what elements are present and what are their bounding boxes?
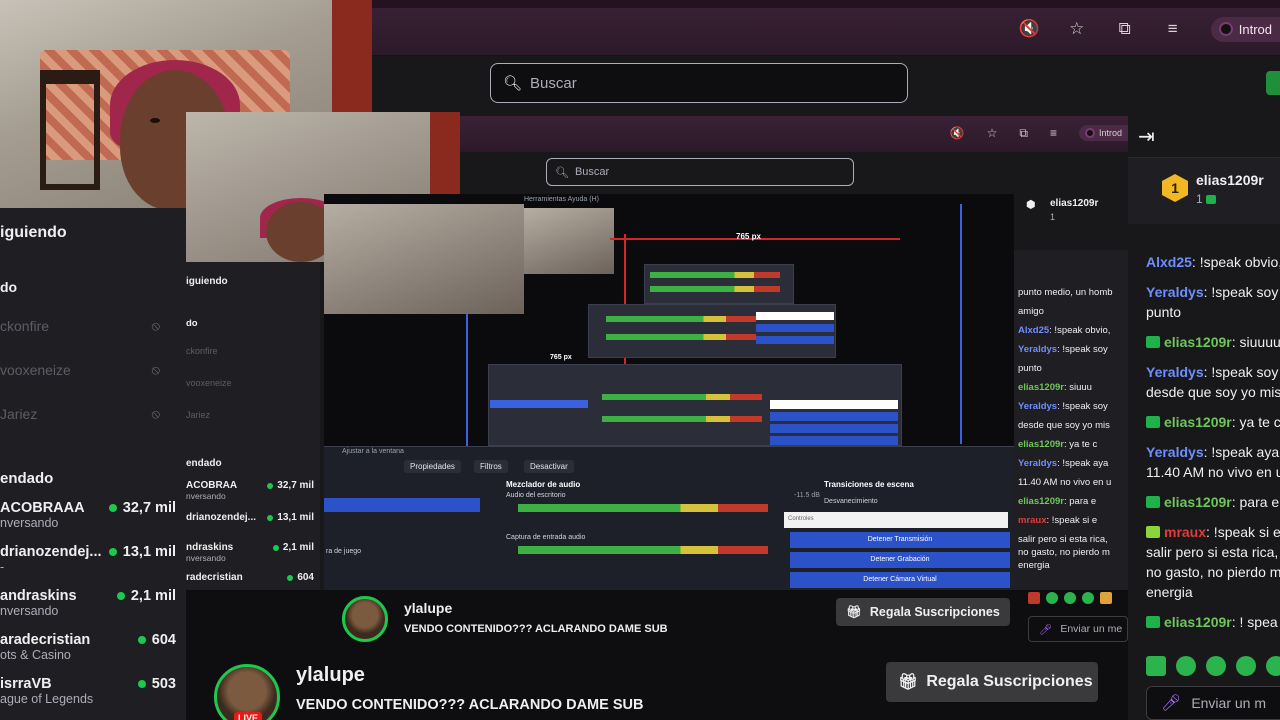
live-indicator <box>108 548 117 556</box>
emote-icon <box>1146 616 1160 628</box>
emote-icon[interactable] <box>1266 656 1280 676</box>
rank-badge-icon: 1 <box>1162 174 1188 202</box>
offline-icon: ⦸ <box>151 318 160 333</box>
media-icon: ≡ <box>1049 126 1057 140</box>
search-icon: 🔍︎ <box>503 75 523 92</box>
pinned-count: 1 <box>1196 192 1220 206</box>
chat-input[interactable]: 🎤︎ Enviar un m <box>1146 686 1280 720</box>
muted-tab-icon[interactable]: 🔇 <box>1019 19 1040 39</box>
profile-avatar-icon <box>1218 22 1233 36</box>
search-placeholder: Buscar <box>530 74 577 92</box>
sparkle-badge-icon <box>1146 526 1160 538</box>
nested-sidebar: iguiendo do ckonfire vooxeneize Jariez e… <box>186 262 320 590</box>
emote-icon[interactable] <box>1236 656 1256 676</box>
chat-message: elias1209r: siuuuu <box>1146 332 1280 352</box>
emote-icon <box>1146 416 1160 428</box>
pinned-user[interactable]: elias1209r <box>1196 172 1264 188</box>
offline-icon: ⦸ <box>151 362 160 377</box>
offline-channel[interactable]: vooxeneize ⦸ <box>0 362 176 382</box>
following-title: iguiendo <box>0 224 67 241</box>
stream-video-player[interactable]: 🔇 ☆ ⧉ ≡ Introd 🔍︎ Buscar iguiendo do cko… <box>186 112 1128 590</box>
offline-icon: ⦸ <box>151 406 160 421</box>
properties-button: Propiedades <box>404 460 461 473</box>
recommended-channel[interactable]: ACOBRAAA nversando 32,7 mil <box>0 500 176 536</box>
nested-gift-button: 🎁︎ Regala Suscripciones <box>836 598 1010 626</box>
chat-message: Yeraldys: !speak soy desde que soy yo mis <box>1146 364 1280 400</box>
profile-label: Introd <box>1238 21 1272 37</box>
nested-channel: ACOBRAA nversando 32,7 mil <box>186 480 314 501</box>
recommended-channel[interactable]: andraskins nversando 2,1 mil <box>0 588 176 624</box>
live-badge: LIVE <box>234 712 263 720</box>
chat-message: Alxd25: !speak obvio, <box>1146 254 1280 270</box>
gift-subscriptions-button[interactable]: 🎁︎ Regala Suscripciones <box>886 662 1098 702</box>
nested-streamer-name: ylalupe <box>404 600 453 616</box>
star-icon: ☆ <box>986 126 998 140</box>
nested-browser-toolbar: 🔇 ☆ ⧉ ≡ Introd <box>460 116 1128 152</box>
chat-message: elias1209r: ya te c <box>1146 412 1280 432</box>
stream-title: VENDO CONTENIDO??? ACLARANDO DAME SUB <box>296 697 644 713</box>
recommended-channel[interactable]: drianozendej... - 13,1 mil <box>0 544 176 580</box>
recommended-channel[interactable]: isrraVB ague of Legends 503 <box>0 676 176 712</box>
streamer-name[interactable]: ylalupe <box>296 664 365 687</box>
microphone-icon[interactable]: 🎤︎ <box>1161 693 1181 713</box>
recommended-channel[interactable]: aradecristian ots & Casino 604 <box>0 632 176 668</box>
nested-header: 🔍︎ Buscar <box>460 152 1128 194</box>
filters-button: Filtros <box>474 460 508 473</box>
gift-icon: 🎁︎ <box>898 674 919 691</box>
nested-search: 🔍︎ Buscar <box>546 158 854 186</box>
live-indicator <box>116 592 125 600</box>
emote-icon <box>1146 496 1160 508</box>
nested-streamer-avatar <box>342 596 388 642</box>
emote-icon[interactable] <box>1176 656 1196 676</box>
extensions-icon: ⧉ <box>1019 125 1028 140</box>
emote-icon <box>1146 336 1160 348</box>
profile-button[interactable]: Introd <box>1210 16 1280 42</box>
chat-messages: Alxd25: !speak obvio, Yeraldys: !speak s… <box>1146 252 1280 642</box>
chat-message: mraux: !speak si e salir pero si esta ric… <box>1146 524 1280 600</box>
media-icon[interactable]: ≡ <box>1163 19 1183 39</box>
pinned-leaderboard: 1 elias1209r 1 <box>1128 158 1280 224</box>
offline-channel[interactable]: Jariez ⦸ <box>0 406 176 426</box>
chat-message: Yeraldys: !speak aya 11.40 AM no vivo en … <box>1146 444 1280 480</box>
chat-header: ⇥ <box>1128 112 1280 158</box>
left-sidebar: iguiendo do ckonfire ⦸ vooxeneize ⦸ Jari… <box>0 208 186 720</box>
nested-profile: Introd <box>1078 125 1128 141</box>
sub-badge-icon <box>1206 195 1217 204</box>
offline-channel[interactable]: ckonfire ⦸ <box>0 318 176 338</box>
header-green-button[interactable] <box>1266 71 1280 95</box>
emote-icon[interactable] <box>1206 656 1226 676</box>
collapse-chat-icon[interactable]: ⇥ <box>1138 124 1155 149</box>
nested-obs-window: Herramientas Ayuda (H) 765 px 765 px Aju… <box>324 194 1014 590</box>
live-subtitle: do <box>0 279 18 295</box>
star-icon[interactable]: ☆ <box>1067 19 1087 39</box>
chat-panel: ⇥ 1 elias1209r 1 Alxd25: !speak obvio, Y… <box>1128 112 1280 720</box>
nested-emote-row <box>1028 592 1128 606</box>
nested-chat-input: 🎤︎ Enviar un me <box>1028 616 1128 642</box>
chat-message: elias1209r: ! spea <box>1146 612 1280 632</box>
site-header: 🔍︎ Buscar <box>372 56 1280 112</box>
chat-message: Yeraldys: !speak soy punto <box>1146 284 1279 320</box>
nested-channel: drianozendej... 13,1 mil <box>186 512 314 523</box>
nested-channel: radecristian 604 <box>186 572 314 583</box>
nested-chat: ⬢ elias1209r 1 punto medio, un homb amig… <box>1014 194 1128 590</box>
stream-info: LIVE ylalupe VENDO CONTENIDO??? ACLARAND… <box>186 642 1128 720</box>
nested-channel: ndraskins nversando 2,1 mil <box>186 542 314 563</box>
nested-stream-title: VENDO CONTENIDO??? ACLARANDO DAME SUB <box>404 623 668 635</box>
emote-bar <box>1146 656 1280 676</box>
live-indicator <box>137 636 146 644</box>
deactivate-button: Desactivar <box>524 460 574 473</box>
live-indicator <box>137 680 146 688</box>
browser-toolbar: 🔇 ☆ ⧉ ≡ Introd <box>372 0 1280 56</box>
live-indicator <box>108 504 117 512</box>
emote-icon[interactable] <box>1146 656 1166 676</box>
chat-message: elias1209r: para e <box>1146 492 1280 512</box>
muted-tab-icon: 🔇 <box>949 126 965 140</box>
search-icon: 🔍︎ <box>555 166 569 179</box>
gift-icon: 🎁︎ <box>846 604 862 619</box>
recommended-title: endado <box>0 470 54 487</box>
extensions-icon[interactable]: ⧉ <box>1115 19 1135 39</box>
search-input[interactable]: 🔍︎ Buscar <box>490 63 908 103</box>
